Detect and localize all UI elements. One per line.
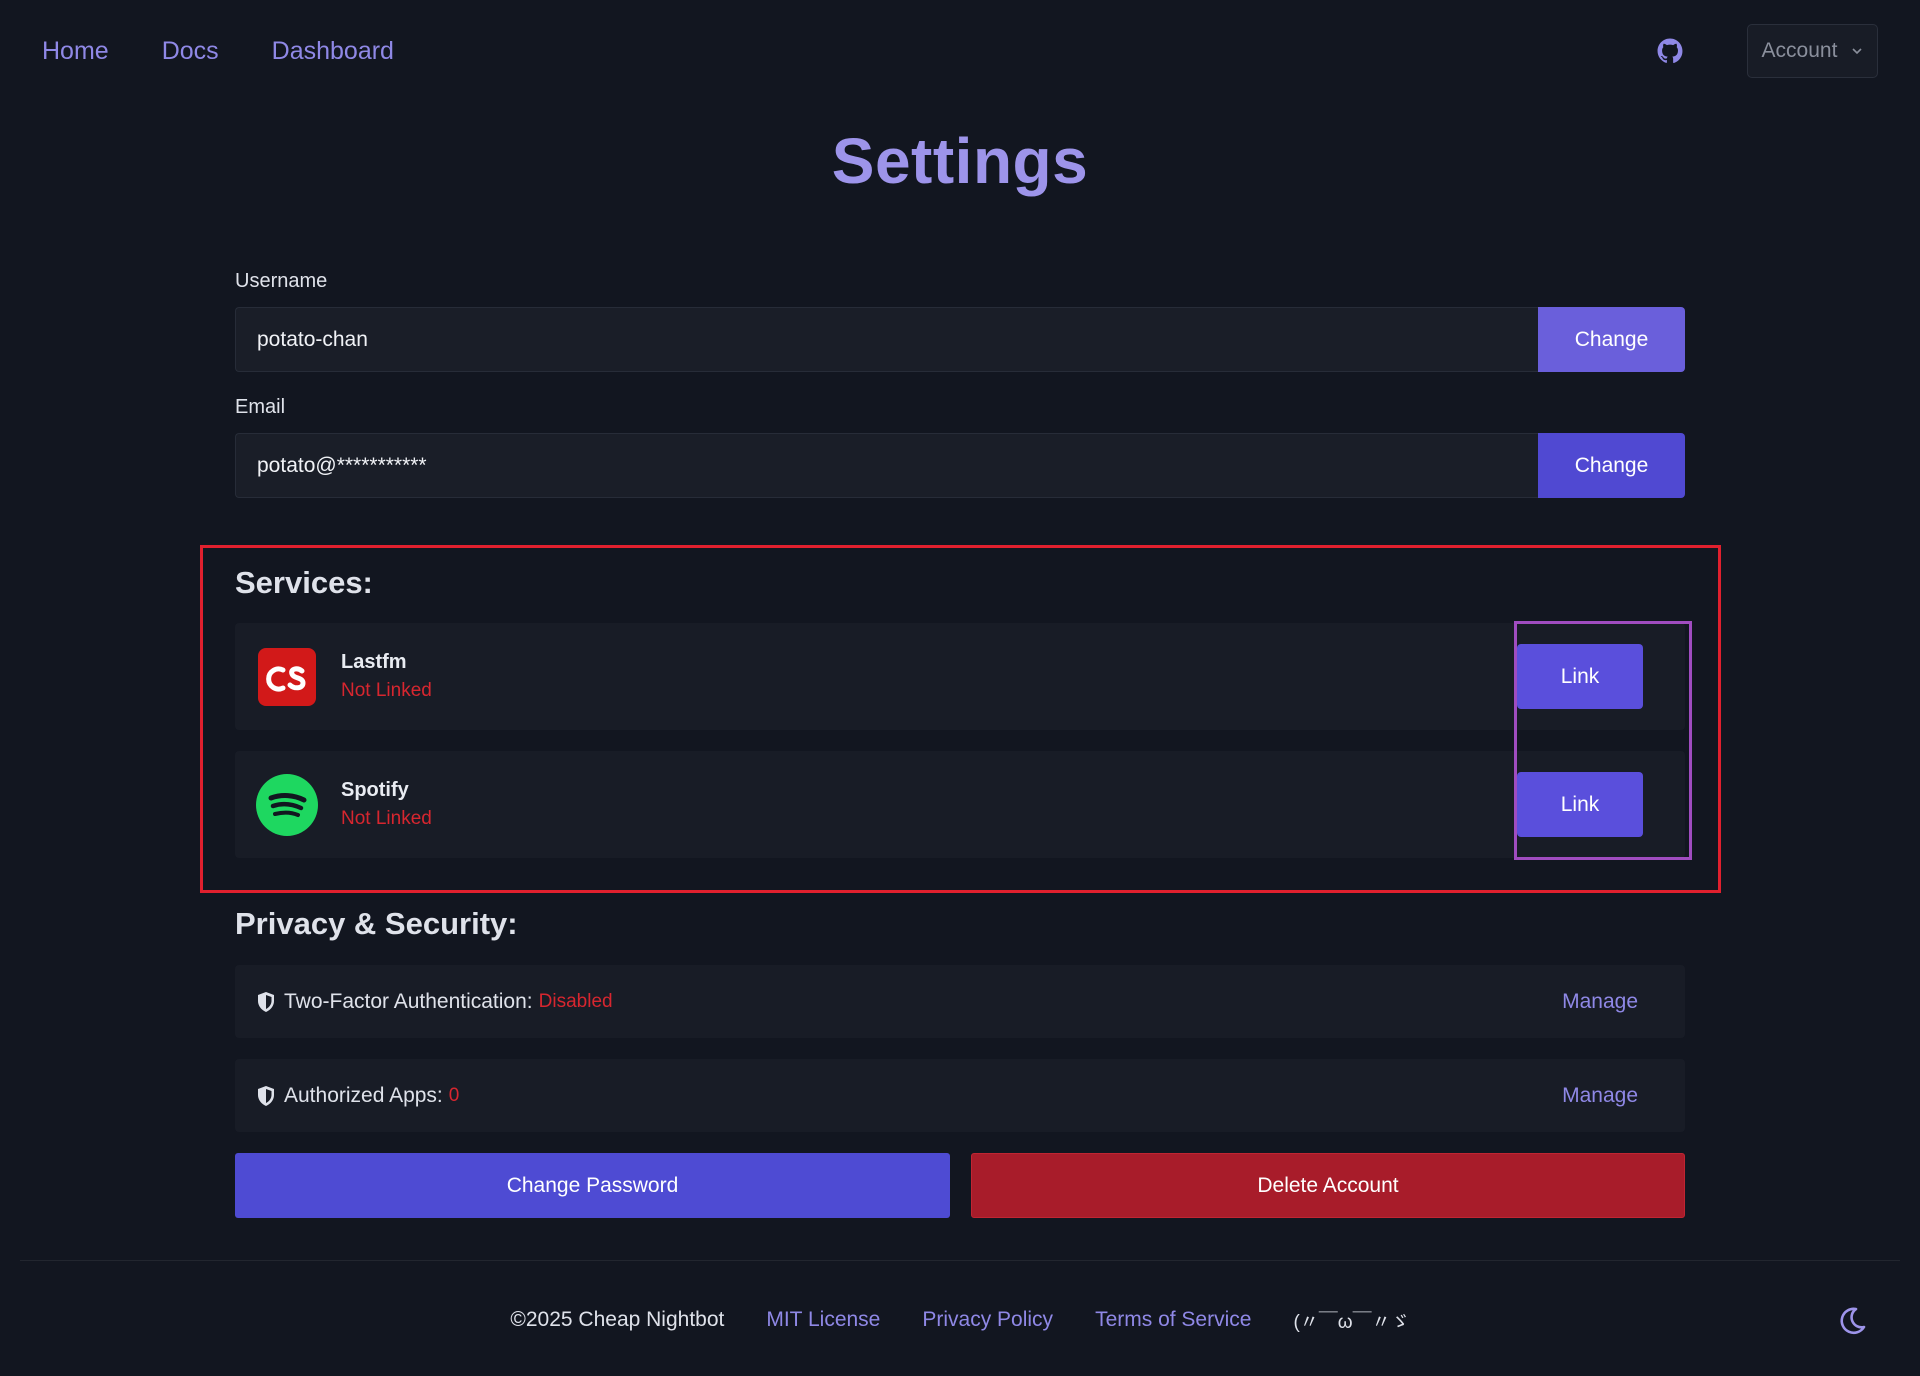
two-factor-label: Two-Factor Authentication: — [284, 989, 533, 1013]
top-nav: Home Docs Dashboard Account — [0, 0, 1920, 102]
authorized-apps-label: Authorized Apps: — [284, 1083, 443, 1107]
footer-copyright: ©2025 Cheap Nightbot — [510, 1308, 725, 1331]
change-username-button[interactable]: Change — [1538, 307, 1685, 372]
email-input[interactable] — [235, 433, 1538, 498]
lastfm-icon — [256, 646, 318, 708]
account-label: Account — [1761, 39, 1838, 62]
shield-icon — [256, 991, 276, 1013]
service-name: Spotify — [341, 779, 409, 801]
manage-two-factor-link[interactable]: Manage — [1562, 990, 1638, 1014]
moon-icon[interactable] — [1836, 1305, 1868, 1337]
service-name: Lastfm — [341, 651, 407, 673]
username-label: Username — [235, 270, 328, 292]
page-title: Settings — [831, 125, 1089, 197]
change-password-button[interactable]: Change Password — [235, 1153, 950, 1218]
link-lastfm-button[interactable]: Link — [1517, 644, 1643, 709]
service-status: Not Linked — [341, 808, 432, 829]
services-title: Services: — [235, 565, 373, 600]
service-status: Not Linked — [341, 680, 432, 701]
two-factor-status: Disabled — [538, 990, 613, 1012]
account-dropdown[interactable]: Account — [1747, 24, 1878, 78]
authorized-apps-count: 0 — [448, 1084, 460, 1106]
delete-account-button[interactable]: Delete Account — [971, 1153, 1685, 1218]
service-card-spotify: Spotify Not Linked Link — [235, 751, 1685, 858]
privacy-title: Privacy & Security: — [235, 906, 518, 941]
manage-authorized-apps-link[interactable]: Manage — [1562, 1084, 1638, 1108]
github-icon[interactable] — [1657, 38, 1683, 64]
email-label: Email — [235, 396, 286, 418]
shield-icon — [256, 1085, 276, 1107]
nav-right: Account — [1657, 24, 1878, 78]
username-input[interactable] — [235, 307, 1538, 372]
email-field-group: Email Change — [235, 396, 1685, 498]
privacy-policy-link[interactable]: Privacy Policy — [922, 1308, 1053, 1332]
terms-of-service-link[interactable]: Terms of Service — [1095, 1308, 1251, 1332]
service-card-lastfm: Lastfm Not Linked Link — [235, 623, 1685, 730]
authorized-apps-row: Authorized Apps: 0 Manage — [235, 1059, 1685, 1132]
footer-divider — [20, 1260, 1900, 1261]
nav-docs-link[interactable]: Docs — [162, 37, 219, 66]
footer-kaomoji: (〃￣ω￣〃ゞ — [1293, 1311, 1410, 1333]
link-spotify-button[interactable]: Link — [1517, 772, 1643, 837]
mit-license-link[interactable]: MIT License — [766, 1308, 880, 1332]
spotify-icon — [256, 773, 318, 836]
chevron-down-icon — [1851, 45, 1863, 57]
nav-dashboard-link[interactable]: Dashboard — [272, 37, 394, 66]
username-field-group: Username Change — [235, 270, 1685, 372]
change-email-button[interactable]: Change — [1538, 433, 1685, 498]
nav-home-link[interactable]: Home — [42, 37, 109, 66]
footer: ©2025 Cheap Nightbot MIT License Privacy… — [0, 1300, 1920, 1340]
two-factor-row: Two-Factor Authentication: Disabled Mana… — [235, 965, 1685, 1038]
